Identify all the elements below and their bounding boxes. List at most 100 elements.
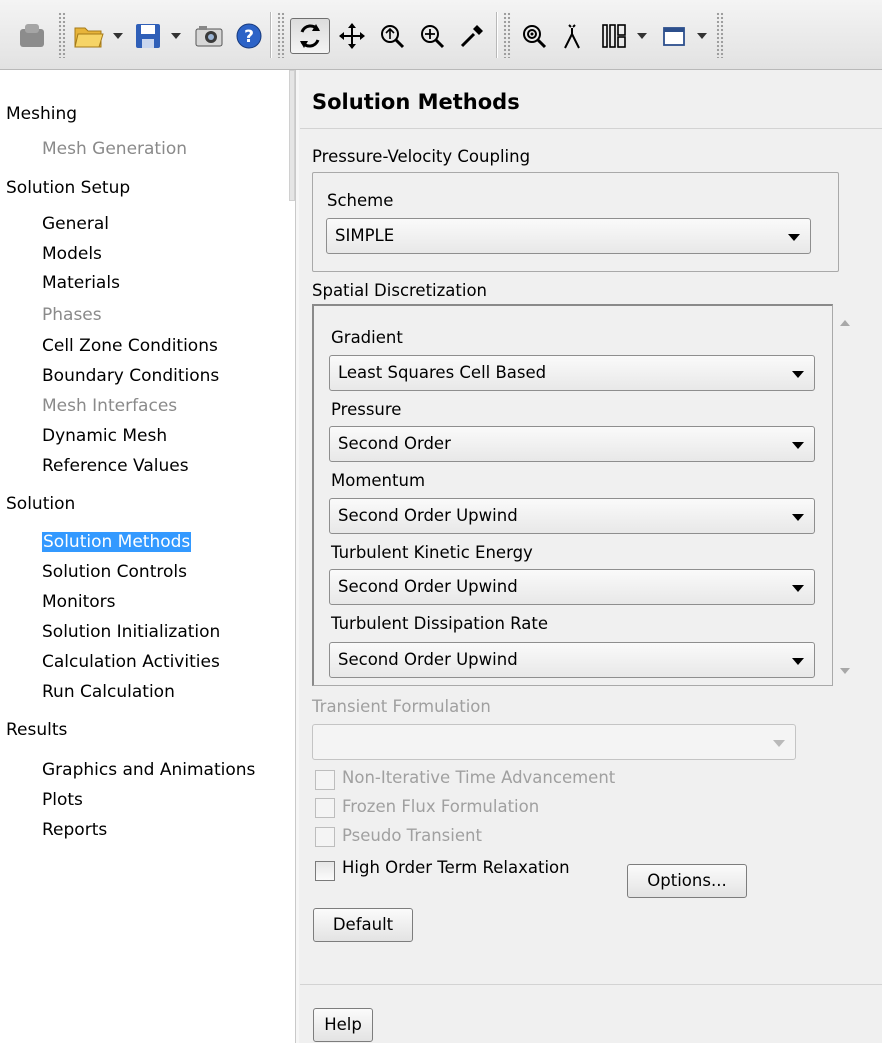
pressure-dropdown[interactable]: Second Order [329, 426, 815, 462]
nav-item-mesh-generation[interactable]: Mesh Generation [42, 135, 187, 163]
nav-label: Results [6, 720, 68, 740]
zoom-icon[interactable] [374, 18, 410, 54]
layout-dropdown-icon[interactable] [634, 18, 650, 54]
nav-label: Solution Setup [6, 178, 131, 198]
nav-item-dynamic-mesh[interactable]: Dynamic Mesh [42, 422, 167, 450]
scroll-up-icon[interactable] [840, 320, 850, 326]
toolbar-grip[interactable] [503, 12, 511, 58]
turbulent-dissipation-rate-dropdown[interactable]: Second Order Upwind [329, 642, 815, 678]
high-order-term-relaxation-label: High Order Term Relaxation [342, 858, 570, 877]
nav-item-plots[interactable]: Plots [42, 786, 83, 814]
chevron-down-icon [792, 658, 804, 665]
spatial-discretization-scrollbar[interactable] [833, 304, 857, 686]
nav-item-reference-values[interactable]: Reference Values [42, 452, 189, 480]
nav-item-calculation-activities[interactable]: Calculation Activities [42, 648, 220, 676]
frozen-flux-formulation-label: Frozen Flux Formulation [342, 797, 540, 816]
non-iterative-time-advancement-label: Non-Iterative Time Advancement [342, 768, 616, 787]
nav-group-results[interactable]: Results [6, 716, 67, 744]
default-button[interactable]: Default [313, 908, 413, 942]
nav-item-boundary-conditions[interactable]: Boundary Conditions [42, 362, 219, 390]
nav-label: Run Calculation [42, 682, 175, 702]
transient-formulation-dropdown[interactable] [312, 724, 796, 760]
non-iterative-time-advancement-checkbox[interactable] [315, 770, 335, 790]
nav-group-solution-setup[interactable]: Solution Setup [6, 174, 130, 202]
nav-label: Calculation Activities [42, 652, 220, 672]
zoom-in-icon[interactable] [414, 18, 450, 54]
transient-formulation-label: Transient Formulation [312, 697, 491, 716]
nav-group-solution[interactable]: Solution [6, 490, 75, 518]
nav-item-cell-zone-conditions[interactable]: Cell Zone Conditions [42, 332, 218, 360]
nav-label: Solution [6, 494, 76, 514]
chevron-down-icon [792, 442, 804, 449]
turbulent-kinetic-energy-label: Turbulent Kinetic Energy [331, 543, 533, 562]
bottom-divider [300, 984, 882, 985]
svg-text:?: ? [244, 27, 254, 47]
open-dropdown-icon[interactable] [110, 18, 126, 54]
save-dropdown-icon[interactable] [168, 18, 184, 54]
window-icon[interactable] [656, 18, 692, 54]
nav-item-solution-controls[interactable]: Solution Controls [42, 558, 187, 586]
nav-group-meshing[interactable]: Meshing [6, 100, 77, 128]
save-icon[interactable] [130, 18, 166, 54]
nav-item-models[interactable]: Models [42, 240, 102, 268]
help-icon[interactable]: ? [232, 18, 266, 54]
scheme-value: SIMPLE [335, 226, 395, 245]
pan-icon[interactable] [334, 18, 370, 54]
turbulent-dissipation-rate-label: Turbulent Dissipation Rate [331, 614, 548, 633]
momentum-label: Momentum [331, 471, 426, 490]
nav-item-mesh-interfaces[interactable]: Mesh Interfaces [42, 392, 177, 420]
toolbar-grip[interactable] [716, 12, 724, 58]
nav-label: Plots [42, 790, 83, 810]
toolbar-grip[interactable] [58, 12, 66, 58]
pseudo-transient-label: Pseudo Transient [342, 826, 482, 845]
nav-item-solution-methods[interactable]: Solution Methods [42, 528, 192, 556]
options-button[interactable]: Options... [627, 864, 747, 898]
rotate-icon[interactable] [290, 18, 330, 54]
layout-icon[interactable] [596, 18, 632, 54]
camera-icon[interactable] [190, 18, 228, 54]
zoom-to-fit-icon[interactable] [516, 18, 552, 54]
pseudo-transient-checkbox[interactable] [315, 827, 335, 847]
nav-label: Graphics and Animations [42, 760, 256, 780]
nav-label: Meshing [6, 104, 78, 124]
high-order-term-relaxation-checkbox[interactable] [315, 861, 335, 881]
momentum-value: Second Order Upwind [338, 506, 518, 525]
chevron-down-icon [788, 234, 800, 241]
nav-item-reports[interactable]: Reports [42, 816, 107, 844]
nav-label: Reports [42, 820, 108, 840]
toolbar-separator [496, 12, 498, 58]
turbulent-kinetic-energy-dropdown[interactable]: Second Order Upwind [329, 569, 815, 605]
probe-icon[interactable] [454, 18, 490, 54]
momentum-dropdown[interactable]: Second Order Upwind [329, 498, 815, 534]
scheme-dropdown[interactable]: SIMPLE [326, 218, 811, 254]
help-button[interactable]: Help [313, 1008, 373, 1042]
nav-item-run-calculation[interactable]: Run Calculation [42, 678, 175, 706]
toolbar-grip[interactable] [277, 12, 285, 58]
chevron-down-icon [792, 371, 804, 378]
open-folder-icon[interactable] [70, 18, 108, 54]
gradient-label: Gradient [331, 328, 403, 347]
nav-label: Models [42, 244, 102, 264]
nav-label: Mesh Generation [42, 139, 187, 159]
nav-item-phases[interactable]: Phases [42, 301, 102, 329]
nav-item-general[interactable]: General [42, 210, 109, 238]
nav-label: Boundary Conditions [42, 366, 220, 386]
turbulent-kinetic-energy-value: Second Order Upwind [338, 577, 518, 596]
nav-label: Cell Zone Conditions [42, 336, 218, 356]
nav-item-solution-initialization[interactable]: Solution Initialization [42, 618, 220, 646]
nav-label: Reference Values [42, 456, 189, 476]
nav-item-graphics-and-animations[interactable]: Graphics and Animations [42, 756, 255, 784]
mouse-probe-icon[interactable] [556, 18, 592, 54]
nav-item-monitors[interactable]: Monitors [42, 588, 115, 616]
nav-label: Solution Initialization [42, 622, 221, 642]
nav-label: General [42, 214, 109, 234]
pressure-velocity-coupling-label: Pressure-Velocity Coupling [312, 147, 531, 166]
nav-label: Phases [42, 305, 102, 325]
scroll-down-icon[interactable] [840, 668, 850, 674]
gradient-dropdown[interactable]: Least Squares Cell Based [329, 355, 815, 391]
window-dropdown-icon[interactable] [694, 18, 710, 54]
frozen-flux-formulation-checkbox[interactable] [315, 798, 335, 818]
display-icon[interactable] [14, 18, 50, 54]
scheme-label: Scheme [327, 191, 394, 210]
nav-item-materials[interactable]: Materials [42, 269, 120, 297]
